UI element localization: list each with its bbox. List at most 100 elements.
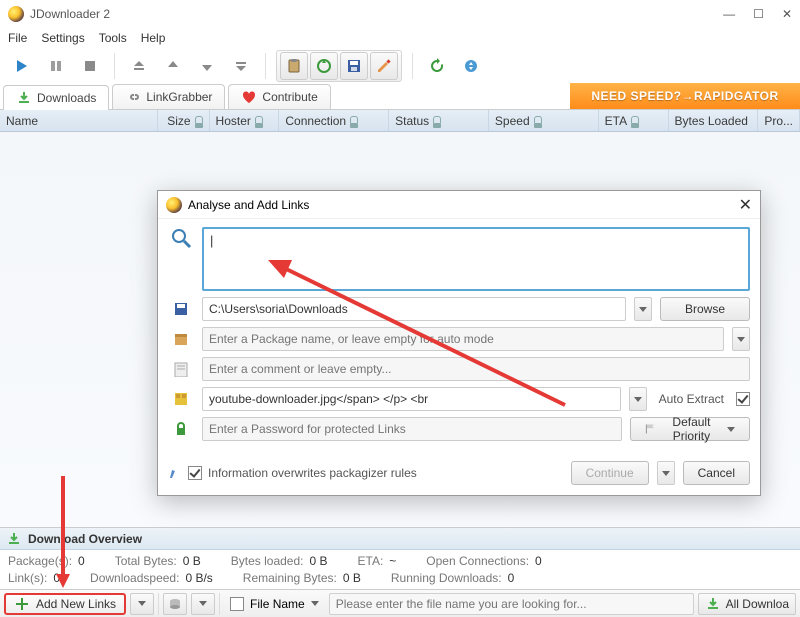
tab-linkgrabber[interactable]: LinkGrabber — [112, 84, 225, 109]
link-icon — [125, 89, 141, 105]
move-up-button[interactable] — [159, 52, 187, 80]
bottom-bar: Add New Links File Name All Downloa — [0, 589, 800, 617]
tab-contribute-label: Contribute — [262, 90, 317, 104]
tab-downloads[interactable]: Downloads — [3, 85, 109, 110]
dialog-close-button[interactable]: ✕ — [739, 195, 752, 215]
chevron-down-icon[interactable] — [311, 601, 319, 606]
col-status[interactable]: Status — [389, 110, 489, 131]
download-icon — [16, 90, 32, 106]
app-title: JDownloader 2 — [30, 7, 110, 21]
continue-dropdown[interactable] — [657, 461, 675, 485]
add-links-dropdown[interactable] — [130, 593, 154, 615]
filename-filter: File Name — [224, 597, 325, 611]
col-bytes-loaded[interactable]: Bytes Loaded — [669, 110, 759, 131]
col-pro[interactable]: Pro... — [758, 110, 800, 131]
dialog-title: Analyse and Add Links — [188, 198, 309, 212]
move-down-button[interactable] — [193, 52, 221, 80]
menu-settings[interactable]: Settings — [41, 31, 84, 45]
password-icon — [168, 421, 194, 437]
total-bytes-value: 0 B — [183, 554, 201, 568]
heart-icon — [241, 89, 257, 105]
package-dropdown[interactable] — [732, 327, 750, 351]
menu-tools[interactable]: Tools — [99, 31, 127, 45]
flag-icon — [645, 423, 656, 435]
col-hoster[interactable]: Hoster — [210, 110, 280, 131]
search-icon — [168, 227, 194, 249]
edit-button[interactable] — [370, 52, 398, 80]
add-new-links-button[interactable]: Add New Links — [4, 593, 126, 615]
update-button[interactable] — [457, 52, 485, 80]
menu-file[interactable]: File — [8, 31, 27, 45]
archive-dropdown[interactable] — [629, 387, 647, 411]
comment-icon — [168, 361, 194, 377]
remaining-value: 0 B — [343, 571, 361, 585]
all-downloads-label: All Downloa — [726, 597, 789, 611]
container-button[interactable] — [163, 593, 187, 615]
continue-button[interactable]: Continue — [571, 461, 649, 485]
all-downloads-button[interactable]: All Downloa — [698, 593, 796, 615]
col-connection[interactable]: Connection — [279, 110, 389, 131]
packages-value: 0 — [78, 554, 85, 568]
add-new-links-label: Add New Links — [36, 597, 116, 611]
packages-label: Package(s): — [8, 554, 72, 568]
package-name-input[interactable] — [202, 327, 724, 351]
running-label: Running Downloads: — [391, 571, 502, 585]
promo-banner[interactable]: NEED SPEED?→RAPIDGATOR — [570, 83, 800, 109]
download-icon — [705, 596, 721, 612]
pause-button[interactable] — [42, 52, 70, 80]
remaining-label: Remaining Bytes: — [243, 571, 337, 585]
chevron-down-icon — [199, 601, 207, 606]
path-dropdown[interactable] — [634, 297, 652, 321]
auto-extract-checkbox[interactable] — [736, 392, 750, 406]
priority-dropdown[interactable]: Default Priority — [630, 417, 750, 441]
archive-name-input[interactable] — [202, 387, 621, 411]
column-headers: Name Size Hoster Connection Status Speed… — [0, 110, 800, 132]
plus-icon — [14, 596, 30, 612]
lock-icon — [631, 116, 639, 126]
info-icon — [168, 466, 182, 480]
tab-contribute[interactable]: Contribute — [228, 84, 330, 109]
col-name[interactable]: Name — [0, 110, 158, 131]
download-icon — [6, 531, 22, 547]
download-path-input[interactable] — [202, 297, 626, 321]
url-input[interactable]: | — [202, 227, 750, 291]
container-dropdown[interactable] — [191, 593, 215, 615]
save-icon — [168, 301, 194, 317]
filter-checkbox[interactable] — [230, 597, 244, 611]
open-conn-label: Open Connections: — [426, 554, 529, 568]
move-bottom-button[interactable] — [227, 52, 255, 80]
play-button[interactable] — [8, 52, 36, 80]
search-input[interactable] — [329, 593, 694, 615]
menu-help[interactable]: Help — [141, 31, 166, 45]
running-value: 0 — [508, 571, 515, 585]
clipboard-group — [276, 50, 402, 82]
cancel-button[interactable]: Cancel — [683, 461, 750, 485]
reconnect-button[interactable] — [423, 52, 451, 80]
lock-icon — [195, 116, 203, 126]
col-eta[interactable]: ETA — [599, 110, 669, 131]
col-size[interactable]: Size — [158, 110, 210, 131]
dialog-title-bar[interactable]: Analyse and Add Links ✕ — [158, 191, 760, 219]
auto-reconnect-button[interactable] — [310, 52, 338, 80]
password-input[interactable] — [202, 417, 622, 441]
comment-input[interactable] — [202, 357, 750, 381]
close-button[interactable]: ✕ — [782, 7, 792, 21]
open-conn-value: 0 — [535, 554, 542, 568]
eta-value: ~ — [389, 554, 396, 568]
lock-icon — [534, 116, 542, 126]
dlspeed-label: Downloadspeed: — [90, 571, 179, 585]
move-top-button[interactable] — [125, 52, 153, 80]
overwrite-checkbox[interactable] — [188, 466, 202, 480]
browse-button[interactable]: Browse — [660, 297, 750, 321]
minimize-button[interactable]: ― — [723, 7, 735, 21]
eta-label: ETA: — [358, 554, 384, 568]
col-speed[interactable]: Speed — [489, 110, 599, 131]
save-button[interactable] — [340, 52, 368, 80]
clipboard-button[interactable] — [280, 52, 308, 80]
menu-bar: File Settings Tools Help — [0, 28, 800, 48]
auto-extract-label: Auto Extract — [659, 392, 724, 406]
overview-title-bar[interactable]: Download Overview — [0, 528, 800, 550]
tab-linkgrabber-label: LinkGrabber — [146, 90, 212, 104]
stop-button[interactable] — [76, 52, 104, 80]
maximize-button[interactable]: ☐ — [753, 7, 764, 21]
